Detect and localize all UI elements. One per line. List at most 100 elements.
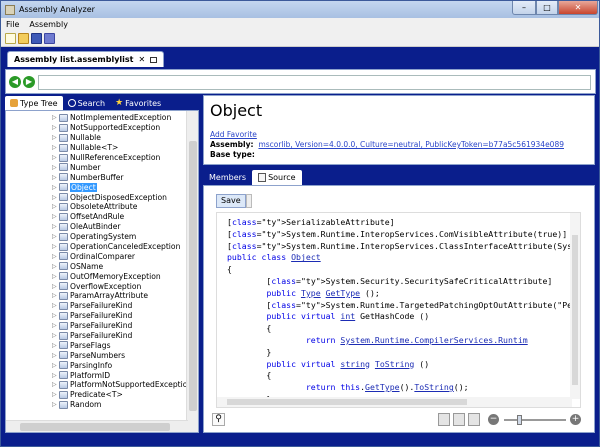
expand-arrow-icon[interactable]: ▷ [52,332,57,339]
expand-arrow-icon[interactable]: ▷ [52,302,57,309]
tree-item[interactable]: ▷ OleAutBinder [6,222,198,232]
expand-arrow-icon[interactable]: ▷ [52,401,57,408]
tab-search[interactable]: Search [63,96,110,110]
menu-file[interactable]: File [1,20,24,29]
two-page-view-icon[interactable] [453,413,465,426]
scroll-view-icon[interactable] [468,413,480,426]
back-button[interactable]: ◀ [9,75,21,88]
document-tab[interactable]: Assembly list.assemblylist ✕ [7,51,165,67]
tree-item[interactable]: ▷ OperatingSystem [6,232,198,242]
expand-arrow-icon[interactable]: ▷ [52,194,57,201]
expand-arrow-icon[interactable]: ▷ [52,184,57,191]
expand-arrow-icon[interactable]: ▷ [52,223,57,230]
class-icon [59,242,68,251]
expand-arrow-icon[interactable]: ▷ [52,381,57,388]
tree-item[interactable]: ▷ Object [6,182,198,192]
tab-type-tree[interactable]: Type Tree [5,96,63,110]
zoom-slider[interactable] [504,419,566,421]
tab-source[interactable]: Source [252,170,302,185]
menu-assembly[interactable]: Assembly [24,20,73,29]
expand-arrow-icon[interactable]: ▷ [52,391,57,398]
tree-item[interactable]: ▷ OutOfMemoryException [6,271,198,281]
zoom-in-button[interactable]: + [570,414,581,425]
expand-arrow-icon[interactable]: ▷ [52,253,57,260]
tree-item[interactable]: ▷ ParseFailureKind [6,311,198,321]
open-folder-icon[interactable] [18,33,29,44]
forward-button[interactable]: ▶ [23,75,35,88]
tree-item[interactable]: ▷ PlatformID [6,370,198,380]
code-vertical-scrollbar[interactable] [570,213,580,399]
tree-item[interactable]: ▷ NullReferenceException [6,153,198,163]
expand-arrow-icon[interactable]: ▷ [52,243,57,250]
code-horizontal-scrollbar[interactable] [217,397,572,407]
tree-item[interactable]: ▷ OrdinalComparer [6,251,198,261]
close-button[interactable]: ✕ [558,1,598,15]
expand-arrow-icon[interactable]: ▷ [52,154,57,161]
expand-arrow-icon[interactable]: ▷ [52,362,57,369]
tree-horizontal-scrollbar[interactable] [6,420,188,432]
zoom-out-button[interactable]: − [488,414,499,425]
maximize-button[interactable]: □ [536,1,558,15]
tree-item[interactable]: ▷ NotImplementedException [6,113,198,123]
code-view[interactable]: [class="ty">SerializableAttribute] [class… [216,212,581,408]
assembly-link[interactable]: mscorlib, Version=4.0.0.0, Culture=neutr… [258,140,564,149]
expand-arrow-icon[interactable]: ▷ [52,164,57,171]
find-icon[interactable]: ⚲ [212,413,225,426]
tree-vertical-scrollbar[interactable] [186,111,198,432]
zoom-slider-thumb[interactable] [517,415,522,425]
tree-item[interactable]: ▷ ParseFailureKind [6,301,198,311]
close-icon[interactable]: ✕ [139,55,146,64]
expand-arrow-icon[interactable]: ▷ [52,233,57,240]
expand-arrow-icon[interactable]: ▷ [52,203,57,210]
expand-arrow-icon[interactable]: ▷ [52,263,57,270]
tree-item[interactable]: ▷ ParseFailureKind [6,321,198,331]
tree-item[interactable]: ▷ OffsetAndRule [6,212,198,222]
tree-item[interactable]: ▷ NumberBuffer [6,172,198,182]
expand-arrow-icon[interactable]: ▷ [52,144,57,151]
expand-arrow-icon[interactable]: ▷ [52,372,57,379]
tree-item[interactable]: ▷ ParseFailureKind [6,331,198,341]
save-icon[interactable] [31,33,42,44]
tree-item[interactable]: ▷ PlatformNotSupportedException [6,380,198,390]
expand-arrow-icon[interactable]: ▷ [52,322,57,329]
tree-item[interactable]: ▷ ParsingInfo [6,360,198,370]
detail-tab-strip: Members Source [203,169,595,185]
expand-arrow-icon[interactable]: ▷ [52,213,57,220]
expand-arrow-icon[interactable]: ▷ [52,114,57,121]
expand-arrow-icon[interactable]: ▷ [52,292,57,299]
tree-item[interactable]: ▷ ParseFlags [6,340,198,350]
tree-item[interactable]: ▷ OverflowException [6,281,198,291]
code-line: [class="ty">System.Runtime.TargetedPatch… [227,299,578,310]
minimize-button[interactable]: – [512,1,536,15]
tree-item[interactable]: ▷ ObjectDisposedException [6,192,198,202]
expand-arrow-icon[interactable]: ▷ [52,134,57,141]
tree-item[interactable]: ▷ Nullable [6,133,198,143]
tree-item[interactable]: ▷ Random [6,400,198,410]
new-file-icon[interactable] [5,33,16,44]
tree-item[interactable]: ▷ Predicate<T> [6,390,198,400]
address-input[interactable] [39,76,590,89]
expand-arrow-icon[interactable]: ▷ [52,352,57,359]
tree-item[interactable]: ▷ OperationCanceledException [6,242,198,252]
popout-icon[interactable] [150,56,158,63]
save-button[interactable]: Save [216,194,246,208]
expand-arrow-icon[interactable]: ▷ [52,312,57,319]
tree-item[interactable]: ▷ ObsoleteAttribute [6,202,198,212]
single-page-view-icon[interactable] [438,413,450,426]
expand-arrow-icon[interactable]: ▷ [52,273,57,280]
tab-members[interactable]: Members [203,170,252,185]
tree-item[interactable]: ▷ ParamArrayAttribute [6,291,198,301]
expand-arrow-icon[interactable]: ▷ [52,174,57,181]
tree-item[interactable]: ▷ Nullable<T> [6,143,198,153]
tree-item[interactable]: ▷ OSName [6,261,198,271]
save-dropdown[interactable] [246,194,252,208]
tree-item[interactable]: ▷ ParseNumbers [6,350,198,360]
expand-arrow-icon[interactable]: ▷ [52,283,57,290]
expand-arrow-icon[interactable]: ▷ [52,342,57,349]
expand-arrow-icon[interactable]: ▷ [52,124,57,131]
tree-item[interactable]: ▷ NotSupportedException [6,123,198,133]
add-favorite-link[interactable]: Add Favorite [210,130,257,139]
tab-favorites[interactable]: ★ Favorites [110,96,166,110]
save-all-icon[interactable] [44,33,55,44]
tree-item[interactable]: ▷ Number [6,162,198,172]
